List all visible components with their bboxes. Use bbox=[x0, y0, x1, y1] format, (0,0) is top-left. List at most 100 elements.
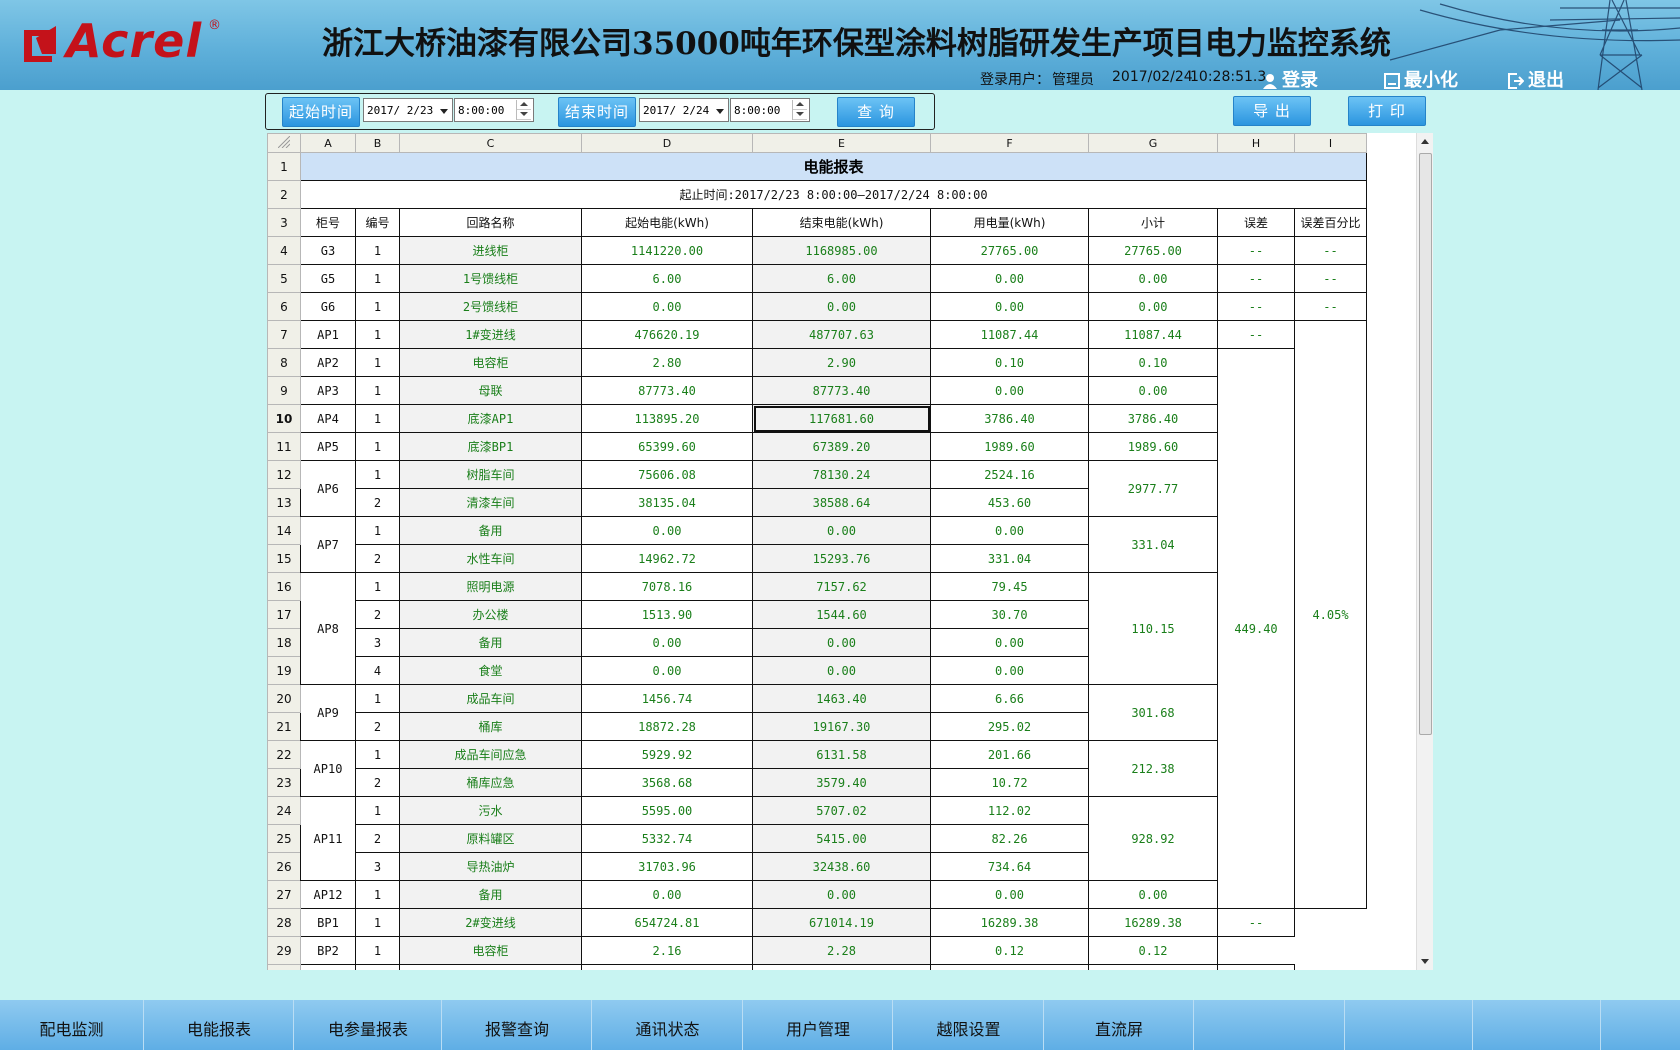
cabinet-cell[interactable]: AP11 bbox=[300, 796, 356, 881]
consumption-cell[interactable]: 0.12 bbox=[930, 936, 1089, 965]
end-energy-cell[interactable]: 2.90 bbox=[752, 348, 931, 377]
subtotal-cell[interactable]: 0.00 bbox=[1088, 880, 1218, 909]
row-number[interactable]: 12 bbox=[267, 460, 301, 489]
error-cell[interactable]: -- bbox=[1217, 264, 1295, 293]
start-energy-cell[interactable]: 5595.00 bbox=[581, 796, 753, 825]
column-header[interactable]: 小计 bbox=[1088, 208, 1218, 237]
nav-item[interactable]: 报警查询 bbox=[443, 1000, 592, 1050]
scroll-thumb[interactable] bbox=[1419, 153, 1432, 735]
empty-cell[interactable] bbox=[399, 964, 582, 970]
end-energy-cell[interactable]: 2.28 bbox=[752, 936, 931, 965]
cabinet-cell[interactable]: AP5 bbox=[300, 432, 356, 461]
number-cell[interactable]: 1 bbox=[355, 264, 400, 293]
number-cell[interactable]: 1 bbox=[355, 908, 400, 937]
start-energy-cell[interactable]: 0.00 bbox=[581, 292, 753, 321]
report-period[interactable]: 起止时间:2017/2/23 8:00:00—2017/2/24 8:00:00 bbox=[300, 180, 1367, 209]
start-energy-cell[interactable]: 0.00 bbox=[581, 656, 753, 685]
column-header[interactable]: 柜号 bbox=[300, 208, 356, 237]
error-cell[interactable]: 449.40 bbox=[1217, 348, 1295, 909]
query-button[interactable]: 查 询 bbox=[837, 97, 915, 127]
start-energy-cell[interactable]: 3568.68 bbox=[581, 768, 753, 797]
column-letter[interactable]: H bbox=[1217, 133, 1295, 153]
number-cell[interactable]: 1 bbox=[355, 404, 400, 433]
error-percent-cell[interactable]: -- bbox=[1294, 236, 1367, 265]
start-energy-cell[interactable]: 6.00 bbox=[581, 264, 753, 293]
start-time-stepper[interactable]: 8:00:00 bbox=[454, 98, 534, 122]
end-energy-cell[interactable]: 3579.40 bbox=[752, 768, 931, 797]
subtotal-cell[interactable]: 1989.60 bbox=[1088, 432, 1218, 461]
start-energy-cell[interactable]: 1141220.00 bbox=[581, 236, 753, 265]
end-energy-cell[interactable]: 671014.19 bbox=[752, 908, 931, 937]
row-number[interactable]: 21 bbox=[267, 712, 301, 741]
consumption-cell[interactable]: 734.64 bbox=[930, 852, 1089, 881]
start-energy-cell[interactable]: 2.16 bbox=[581, 936, 753, 965]
column-header[interactable]: 编号 bbox=[355, 208, 400, 237]
nav-item[interactable] bbox=[1474, 1000, 1601, 1050]
subtotal-cell[interactable]: 0.10 bbox=[1088, 348, 1218, 377]
start-energy-cell[interactable]: 0.00 bbox=[581, 880, 753, 909]
circuit-name-cell[interactable]: 2号馈线柜 bbox=[399, 292, 582, 321]
end-energy-cell[interactable]: 0.00 bbox=[752, 628, 931, 657]
consumption-cell[interactable]: 112.02 bbox=[930, 796, 1089, 825]
end-energy-cell[interactable]: 6.00 bbox=[752, 264, 931, 293]
number-cell[interactable]: 1 bbox=[355, 684, 400, 713]
number-cell[interactable]: 4 bbox=[355, 656, 400, 685]
consumption-cell[interactable]: 331.04 bbox=[930, 544, 1089, 573]
circuit-name-cell[interactable]: 1#变进线 bbox=[399, 320, 582, 349]
row-number[interactable]: 24 bbox=[267, 796, 301, 825]
subtotal-cell[interactable]: 2977.77 bbox=[1088, 460, 1218, 517]
circuit-name-cell[interactable]: 污水 bbox=[399, 796, 582, 825]
start-energy-cell[interactable]: 87773.40 bbox=[581, 376, 753, 405]
number-cell[interactable]: 1 bbox=[355, 376, 400, 405]
circuit-name-cell[interactable]: 备用 bbox=[399, 516, 582, 545]
nav-item[interactable]: 用户管理 bbox=[744, 1000, 893, 1050]
cabinet-cell[interactable]: G3 bbox=[300, 236, 356, 265]
number-cell[interactable]: 1 bbox=[355, 796, 400, 825]
cabinet-cell[interactable]: AP2 bbox=[300, 348, 356, 377]
circuit-name-cell[interactable]: 食堂 bbox=[399, 656, 582, 685]
cabinet-cell[interactable]: G5 bbox=[300, 264, 356, 293]
start-energy-cell[interactable]: 5929.92 bbox=[581, 740, 753, 769]
circuit-name-cell[interactable]: 母联 bbox=[399, 376, 582, 405]
error-percent-cell[interactable]: 4.05% bbox=[1294, 320, 1367, 909]
circuit-name-cell[interactable]: 电容柜 bbox=[399, 936, 582, 965]
nav-item[interactable]: 通讯状态 bbox=[593, 1000, 743, 1050]
circuit-name-cell[interactable]: 1号馈线柜 bbox=[399, 264, 582, 293]
row-number[interactable]: 2 bbox=[267, 180, 301, 209]
start-energy-cell[interactable]: 18872.28 bbox=[581, 712, 753, 741]
end-energy-cell[interactable]: 0.00 bbox=[752, 516, 931, 545]
row-number[interactable]: 1 bbox=[267, 152, 301, 181]
subtotal-cell[interactable]: 16289.38 bbox=[1088, 908, 1218, 937]
empty-cell[interactable] bbox=[300, 964, 356, 970]
end-energy-cell[interactable]: 15293.76 bbox=[752, 544, 931, 573]
number-cell[interactable]: 2 bbox=[355, 600, 400, 629]
number-cell[interactable]: 3 bbox=[355, 628, 400, 657]
vertical-scrollbar[interactable] bbox=[1416, 133, 1433, 970]
row-number[interactable]: 28 bbox=[267, 908, 301, 937]
consumption-cell[interactable]: 0.00 bbox=[930, 656, 1089, 685]
nav-item[interactable]: 越限设置 bbox=[894, 1000, 1044, 1050]
subtotal-cell[interactable]: 212.38 bbox=[1088, 740, 1218, 797]
column-header[interactable]: 误差百分比 bbox=[1294, 208, 1367, 237]
start-energy-cell[interactable]: 0.00 bbox=[581, 516, 753, 545]
row-number[interactable]: 22 bbox=[267, 740, 301, 769]
subtotal-cell[interactable]: 331.04 bbox=[1088, 516, 1218, 573]
end-energy-cell[interactable]: 1168985.00 bbox=[752, 236, 931, 265]
end-date-picker[interactable]: 2017/ 2/24 bbox=[639, 98, 729, 122]
nav-item[interactable]: 电能报表 bbox=[145, 1000, 294, 1050]
number-cell[interactable]: 1 bbox=[355, 460, 400, 489]
row-number[interactable]: 19 bbox=[267, 656, 301, 685]
start-energy-cell[interactable]: 65399.60 bbox=[581, 432, 753, 461]
cabinet-cell[interactable]: AP8 bbox=[300, 572, 356, 685]
login-button[interactable]: 登录 bbox=[1262, 66, 1318, 90]
row-number[interactable]: 11 bbox=[267, 432, 301, 461]
row-number[interactable]: 4 bbox=[267, 236, 301, 265]
nav-item[interactable]: 配电监测 bbox=[0, 1000, 144, 1050]
logout-button[interactable]: 退出 bbox=[1508, 66, 1564, 90]
empty-cell[interactable] bbox=[1088, 964, 1218, 970]
row-number[interactable]: 14 bbox=[267, 516, 301, 545]
scroll-up-icon[interactable] bbox=[1421, 139, 1429, 144]
subtotal-cell[interactable]: 0.12 bbox=[1088, 936, 1218, 965]
number-cell[interactable]: 1 bbox=[355, 348, 400, 377]
cabinet-cell[interactable]: BP1 bbox=[300, 908, 356, 937]
